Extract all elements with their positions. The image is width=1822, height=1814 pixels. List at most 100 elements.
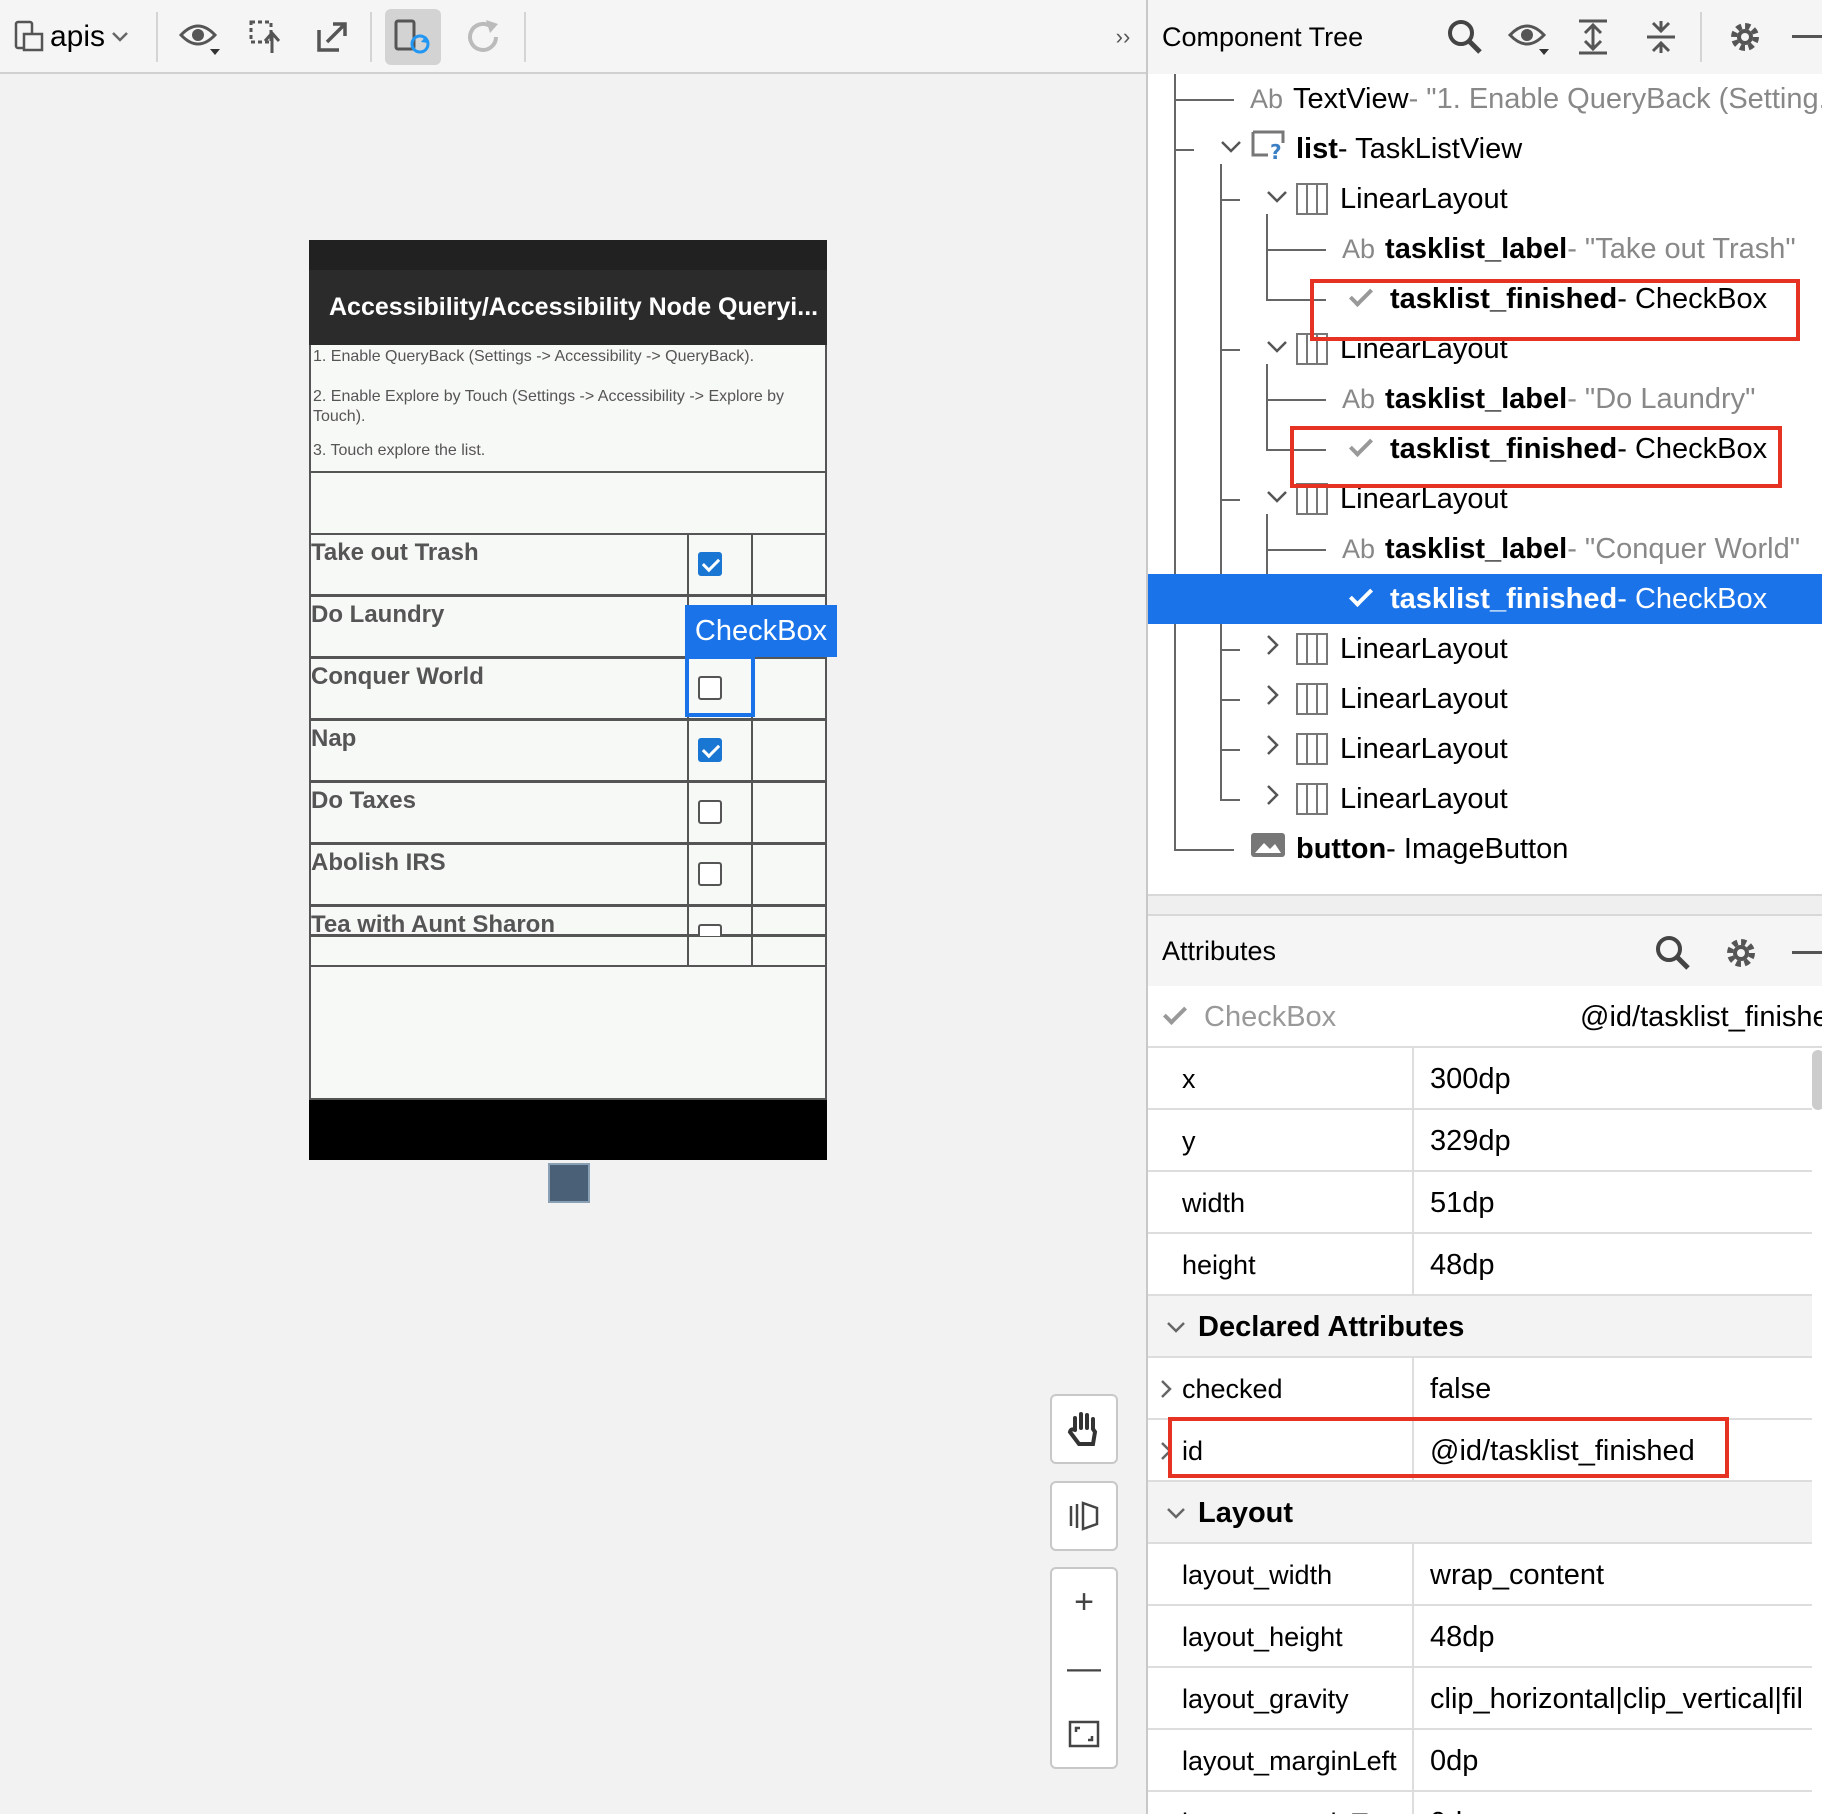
task-checkbox[interactable]	[698, 552, 722, 576]
device-status-bar	[309, 240, 827, 270]
tree-search-button[interactable]	[1440, 0, 1490, 74]
attribute-row[interactable]: layout_marginLeft 0dp	[1148, 1730, 1812, 1792]
toolbar-separator	[370, 12, 372, 62]
more-actions-icon[interactable]: ››	[1108, 0, 1138, 74]
tree-node-layout[interactable]: LinearLayout	[1148, 724, 1822, 774]
attribute-value: 48dp	[1430, 1248, 1495, 1281]
refresh-button[interactable]	[455, 0, 511, 74]
process-label: apis	[50, 20, 106, 53]
tree-view-options-button[interactable]	[1504, 0, 1554, 74]
live-updates-toggle[interactable]	[385, 9, 441, 65]
task-row[interactable]: Take out Trash	[311, 535, 825, 597]
tree-node-image[interactable]: button - ImageButton	[1148, 824, 1822, 874]
attribute-value: wrap_content	[1430, 1558, 1605, 1591]
chevron-down-icon[interactable]	[1166, 1482, 1186, 1544]
attribute-row[interactable]: x 300dp	[1148, 1048, 1812, 1110]
tree-settings-button[interactable]	[1720, 0, 1770, 74]
pan-button[interactable]	[1052, 1396, 1116, 1462]
attribute-row[interactable]: width 51dp	[1148, 1172, 1812, 1234]
tree-node-text[interactable]: Ab tasklist_label - "Take out Trash"	[1148, 224, 1822, 274]
linear-layout-icon	[1296, 183, 1328, 215]
task-checkbox[interactable]	[698, 924, 722, 936]
chevron-down-icon[interactable]	[1166, 1296, 1186, 1358]
attribute-name: x	[1182, 1063, 1196, 1094]
checkbox-icon	[1348, 582, 1374, 608]
task-checkbox[interactable]	[698, 862, 722, 886]
declared-attributes-section[interactable]: Declared Attributes	[1148, 1296, 1812, 1358]
attribute-row[interactable]: layout_marginTop 0dp	[1148, 1792, 1812, 1814]
chevron-right-icon[interactable]	[1160, 1358, 1172, 1420]
attributes-minimize-button[interactable]	[1782, 916, 1822, 990]
eye-icon	[178, 24, 220, 55]
panel-splitter[interactable]	[1148, 894, 1822, 916]
layer-spacing-button[interactable]	[1052, 1483, 1116, 1549]
attribute-row[interactable]: layout_gravity clip_horizontal|clip_verti…	[1148, 1668, 1812, 1730]
zoom-control: + —	[1050, 1567, 1118, 1769]
checkbox-icon	[1162, 1000, 1188, 1026]
checkbox-node-highlight-box	[1310, 279, 1800, 341]
task-checkbox-cell	[687, 535, 753, 597]
text-view-icon: Ab	[1250, 83, 1284, 114]
zoom-in-button[interactable]: +	[1052, 1569, 1116, 1635]
tree-node-detail: - "Take out Trash"	[1567, 232, 1796, 265]
attribute-name: height	[1182, 1249, 1256, 1280]
device-instructions[interactable]: 1. Enable QueryBack (Settings -> Accessi…	[311, 345, 825, 473]
tree-node-name: LinearLayout	[1340, 782, 1508, 815]
task-row[interactable]: Do Taxes	[311, 783, 825, 845]
selection-highlight-box	[685, 655, 755, 717]
tree-node-text[interactable]: Ab TextView - "1. Enable QueryBack (Setti…	[1148, 74, 1822, 124]
process-selector[interactable]: apis	[14, 0, 144, 74]
task-row[interactable]: Tea with Aunt Sharon	[311, 907, 825, 938]
pop-out-button[interactable]	[304, 0, 360, 74]
column-divider	[1412, 1792, 1414, 1814]
toolbar-separator	[1700, 12, 1702, 62]
task-row[interactable]: Abolish IRS	[311, 845, 825, 907]
attribute-row[interactable]: layout_width wrap_content	[1148, 1544, 1812, 1606]
task-checkbox-cell	[687, 907, 753, 937]
view-options-button[interactable]	[172, 0, 228, 74]
tree-node-detail: - "1. Enable QueryBack (Setting.	[1408, 82, 1822, 115]
tree-node-name: tasklist_label	[1385, 532, 1568, 565]
task-label: Do Laundry	[311, 601, 445, 628]
tree-node-name: button	[1296, 832, 1387, 865]
tree-node-layout[interactable]: LinearLayout	[1148, 674, 1822, 724]
tree-node-text[interactable]: Ab tasklist_label - "Do Laundry"	[1148, 374, 1822, 424]
attribute-row[interactable]: checked false	[1148, 1358, 1812, 1420]
checkbox-node-highlight-box	[1290, 426, 1782, 488]
attributes-title: Attributes	[1162, 935, 1277, 966]
layout-section[interactable]: Layout	[1148, 1482, 1812, 1544]
task-label: Take out Trash	[311, 539, 479, 566]
tree-node-layout[interactable]: LinearLayout	[1148, 624, 1822, 674]
attributes-search-button[interactable]	[1648, 916, 1698, 990]
linear-layout-icon	[1296, 733, 1328, 765]
tree-node-layout[interactable]: LinearLayout	[1148, 174, 1822, 224]
expand-all-button[interactable]	[1568, 0, 1618, 74]
attributes-scrollbar[interactable]	[1812, 1050, 1822, 1110]
attribute-row[interactable]: layout_height 48dp	[1148, 1606, 1812, 1668]
tree-minimize-button[interactable]	[1782, 0, 1822, 74]
tree-node-check[interactable]: tasklist_finished - CheckBox	[1148, 574, 1822, 624]
device-action-bar-title: Accessibility/Accessibility Node Queryi.…	[309, 270, 827, 345]
attribute-name: layout_marginLeft	[1182, 1745, 1397, 1776]
task-checkbox[interactable]	[698, 800, 722, 824]
attribute-row[interactable]: y 329dp	[1148, 1110, 1812, 1172]
attribute-value: 48dp	[1430, 1620, 1495, 1653]
tree-node-layout[interactable]: LinearLayout	[1148, 774, 1822, 824]
inspector-side-panel: Component Tree Ab TextView - "1. Enable Q…	[1146, 0, 1822, 1814]
minus-icon: —	[1067, 1648, 1101, 1687]
task-checkbox[interactable]	[698, 738, 722, 762]
tree-node-name: LinearLayout	[1340, 732, 1508, 765]
preview-toolbar: apis ››	[0, 0, 1146, 74]
column-divider	[1412, 1110, 1414, 1172]
attribute-row[interactable]: height 48dp	[1148, 1234, 1812, 1296]
attributes-settings-button[interactable]	[1716, 916, 1766, 990]
collapse-all-button[interactable]	[1636, 0, 1686, 74]
tree-node-text[interactable]: Ab tasklist_label - "Conquer World"	[1148, 524, 1822, 574]
export-layer-button[interactable]	[238, 0, 294, 74]
zoom-out-button[interactable]: —	[1052, 1635, 1116, 1701]
device-image-button[interactable]	[548, 1163, 590, 1203]
task-row[interactable]: Nap	[311, 721, 825, 783]
tree-node-list[interactable]: ? list - TaskListView	[1148, 124, 1822, 174]
zoom-to-fit-button[interactable]	[1052, 1701, 1116, 1767]
attribute-name: width	[1182, 1187, 1246, 1218]
